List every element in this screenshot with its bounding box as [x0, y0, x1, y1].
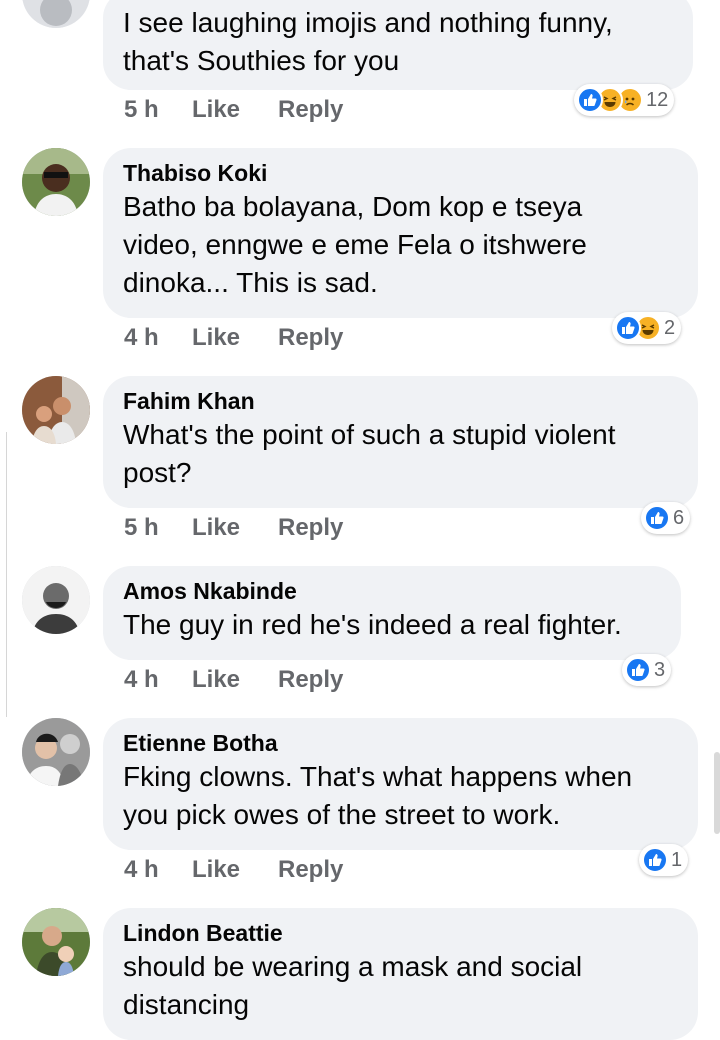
- scrollbar[interactable]: [714, 752, 720, 834]
- avatar[interactable]: [22, 908, 90, 976]
- comment-actions: 4 h Like Reply: [124, 855, 343, 885]
- avatar[interactable]: [22, 566, 90, 634]
- timestamp: 4 h: [124, 856, 159, 883]
- reaction-summary[interactable]: 6: [641, 502, 691, 534]
- avatar[interactable]: [22, 0, 90, 28]
- comment-actions: 5 h Like Reply: [124, 513, 343, 543]
- comment-author[interactable]: Thabiso Koki: [123, 158, 678, 188]
- timestamp: 5 h: [124, 96, 159, 123]
- timestamp: 4 h: [124, 666, 159, 693]
- reaction-summary[interactable]: 1: [639, 844, 689, 876]
- timestamp: 4 h: [124, 324, 159, 351]
- reply-button[interactable]: Reply: [278, 513, 343, 543]
- like-button[interactable]: Like: [192, 95, 278, 125]
- comment-bubble: Fahim Khan What's the point of such a st…: [103, 376, 698, 508]
- comment-actions: 5 h Like Reply: [124, 95, 343, 125]
- comment-text: What's the point of such a stupid violen…: [123, 419, 616, 488]
- comment-author[interactable]: Fahim Khan: [123, 386, 678, 416]
- comment-text: The guy in red he's indeed a real fighte…: [123, 609, 622, 640]
- comment-text: should be wearing a mask and social dist…: [123, 951, 583, 1020]
- avatar[interactable]: [22, 376, 90, 444]
- comment-actions: 4 h Like Reply: [124, 665, 343, 695]
- comment-text: Fking clowns. That's what happens when y…: [123, 761, 633, 830]
- reaction-count: 6: [673, 506, 685, 529]
- like-button[interactable]: Like: [192, 855, 278, 885]
- reply-button[interactable]: Reply: [278, 855, 343, 885]
- divider: [0, 432, 7, 717]
- reaction-count: 2: [664, 316, 676, 339]
- reaction-count: 1: [671, 848, 683, 871]
- avatar[interactable]: [22, 718, 90, 786]
- timestamp: 5 h: [124, 514, 159, 541]
- comment-author[interactable]: Etienne Botha: [123, 728, 678, 758]
- avatar[interactable]: [22, 148, 90, 216]
- reply-button[interactable]: Reply: [278, 95, 343, 125]
- reaction-count: 3: [654, 658, 666, 681]
- reaction-count: 12: [646, 88, 669, 111]
- comment-bubble: Thabiso Koki Batho ba bolayana, Dom kop …: [103, 148, 698, 318]
- comment-bubble: I see laughing imojis and nothing funny,…: [103, 0, 693, 90]
- comment-actions: 4 h Like Reply: [124, 323, 343, 353]
- comment-author[interactable]: Lindon Beattie: [123, 918, 678, 948]
- reaction-summary[interactable]: 12: [574, 84, 675, 116]
- reply-button[interactable]: Reply: [278, 323, 343, 353]
- like-icon: [644, 505, 670, 531]
- like-icon: [615, 315, 641, 341]
- like-icon: [642, 847, 668, 873]
- like-button[interactable]: Like: [192, 323, 278, 353]
- like-button[interactable]: Like: [192, 513, 278, 543]
- like-button[interactable]: Like: [192, 665, 278, 695]
- comment-text: Batho ba bolayana, Dom kop e tseya video…: [123, 191, 587, 298]
- reply-button[interactable]: Reply: [278, 665, 343, 695]
- comment-author[interactable]: Amos Nkabinde: [123, 576, 661, 606]
- reaction-summary[interactable]: 3: [622, 654, 672, 686]
- like-icon: [625, 657, 651, 683]
- comment-bubble: Amos Nkabinde The guy in red he's indeed…: [103, 566, 681, 660]
- reaction-summary[interactable]: 2: [612, 312, 682, 344]
- comment-text: I see laughing imojis and nothing funny,…: [123, 7, 613, 76]
- like-icon: [577, 87, 603, 113]
- comment-bubble: Etienne Botha Fking clowns. That's what …: [103, 718, 698, 850]
- comment-bubble: Lindon Beattie should be wearing a mask …: [103, 908, 698, 1040]
